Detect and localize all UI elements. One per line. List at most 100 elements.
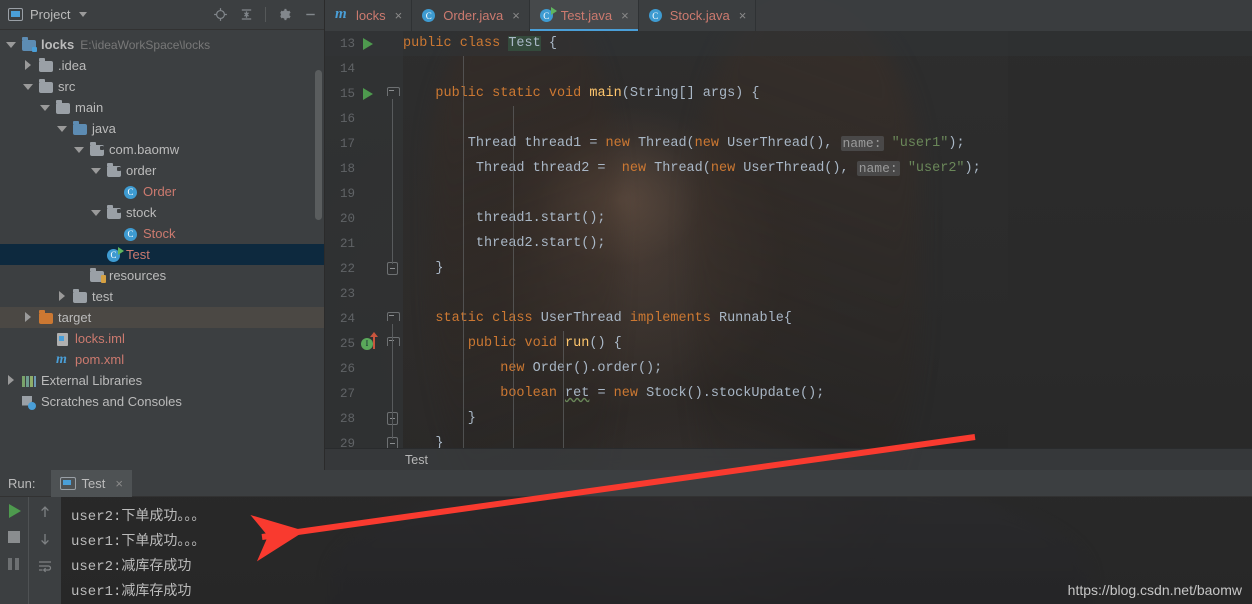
code-line-18[interactable]: Thread thread2 = new Thread(new UserThre… — [403, 156, 1252, 181]
tree-item-stock[interactable]: C Stock — [0, 223, 324, 244]
iml-file-icon — [55, 331, 71, 347]
code-line-16[interactable] — [403, 106, 1252, 131]
breadcrumb[interactable]: Test — [405, 453, 428, 467]
close-icon[interactable]: × — [395, 8, 403, 23]
run-gutter-icon[interactable] — [363, 87, 373, 100]
tree-twisty-open-icon[interactable] — [91, 165, 102, 176]
code-token: main — [589, 86, 622, 101]
tree-item-resources[interactable]: resources — [0, 265, 324, 286]
close-icon[interactable]: × — [621, 8, 629, 23]
implementation-marker-icon[interactable]: I — [361, 331, 383, 352]
minimize-icon[interactable] — [303, 7, 318, 22]
code-line-13[interactable]: public class Test { — [403, 31, 1252, 56]
indent-guide — [463, 56, 464, 448]
close-icon[interactable]: × — [739, 8, 747, 23]
code-token: ); — [964, 161, 981, 176]
code-line-19[interactable] — [403, 181, 1252, 206]
code-line-28[interactable]: } — [403, 406, 1252, 431]
gutter-line-13[interactable]: 13 — [325, 31, 403, 56]
locate-icon[interactable] — [213, 7, 228, 22]
code-line-23[interactable] — [403, 281, 1252, 306]
code-line-20[interactable]: thread1.start(); — [403, 206, 1252, 231]
tree-item-src[interactable]: src — [0, 76, 324, 97]
editor-tab-stock-java[interactable]: C Stock.java × — [638, 0, 757, 31]
close-icon[interactable]: × — [115, 476, 123, 491]
code-line-15[interactable]: public static void main (String[] args) { — [403, 81, 1252, 106]
run-toolbar-left — [0, 497, 28, 604]
tree-item-test[interactable]: test — [0, 286, 324, 307]
tree-twisty-open-icon[interactable] — [6, 39, 17, 50]
watermark-url: https://blog.csdn.net/baomw — [1067, 582, 1242, 598]
run-tab-test[interactable]: Test × — [51, 469, 132, 497]
line-number: 27 — [339, 386, 355, 401]
java-runnable-class-icon: C — [106, 246, 124, 263]
code-editor[interactable]: 13 14 15 16 17 18 19 20 21 22 23 24 25 I 26 27 28 29 publ… — [325, 31, 1252, 448]
scroll-up-icon[interactable] — [37, 504, 53, 520]
tree-item-order[interactable]: C Order — [0, 181, 324, 202]
project-tree-scrollbar[interactable] — [315, 70, 322, 220]
project-panel-title-group[interactable]: Project — [8, 7, 88, 22]
editor-tab-label: Order.java — [443, 8, 504, 23]
tree-item-pom-xml[interactable]: m pom.xml — [0, 349, 324, 370]
editor-code[interactable]: public class Test { public static void m… — [403, 31, 1252, 448]
close-icon[interactable]: × — [512, 8, 520, 23]
tree-item-scratches-and-consoles[interactable]: Scratches and Consoles — [0, 391, 324, 412]
tree-item-java[interactable]: java — [0, 118, 324, 139]
indent-guide — [563, 331, 564, 448]
project-tree[interactable]: locks E:\ideaWorkSpace\locks .idea src main j… — [0, 30, 324, 470]
tree-twisty-spacer — [40, 333, 51, 344]
rerun-icon[interactable] — [9, 504, 21, 518]
code-line-29[interactable]: } — [403, 431, 1252, 448]
code-line-24[interactable]: static class UserThread implements Runna… — [403, 306, 1252, 331]
editor-tab-locks[interactable]: m locks × — [325, 0, 413, 31]
code-line-21[interactable]: thread2.start(); — [403, 231, 1252, 256]
tree-twisty-closed-icon[interactable] — [23, 312, 34, 323]
tree-twisty-closed-icon[interactable] — [57, 291, 68, 302]
tree-twisty-open-icon[interactable] — [57, 123, 68, 134]
collapse-all-icon[interactable] — [239, 7, 254, 22]
editor-tab-test-java[interactable]: C Test.java × — [529, 0, 639, 31]
tree-item-idea[interactable]: .idea — [0, 55, 324, 76]
tree-item-external-libraries[interactable]: External Libraries — [0, 370, 324, 391]
tree-item-test[interactable]: C Test — [0, 244, 324, 265]
tree-twisty-open-icon[interactable] — [40, 102, 51, 113]
tree-item-target[interactable]: target — [0, 307, 324, 328]
editor-tab-order-java[interactable]: C Order.java × — [412, 0, 530, 31]
tree-item-locks-iml[interactable]: locks.iml — [0, 328, 324, 349]
chevron-down-icon[interactable] — [79, 12, 88, 17]
run-gutter-icon[interactable] — [363, 37, 373, 50]
gutter-line-14[interactable]: 14 — [325, 56, 403, 81]
tree-twisty-open-icon[interactable] — [91, 207, 102, 218]
tree-item-stock[interactable]: stock — [0, 202, 324, 223]
code-line-25[interactable]: public void run() { — [403, 331, 1252, 356]
tree-item-com-baomw[interactable]: com.baomw — [0, 139, 324, 160]
scroll-down-icon[interactable] — [37, 531, 53, 547]
code-line-27[interactable]: boolean ret = new Stock().stockUpdate(); — [403, 381, 1252, 406]
maven-pom-icon: m — [56, 351, 67, 367]
stop-icon[interactable] — [8, 531, 20, 543]
code-line-14[interactable] — [403, 56, 1252, 81]
folder-icon — [72, 288, 88, 305]
code-line-17[interactable]: Thread thread1 = new Thread(new UserThre… — [403, 131, 1252, 156]
soft-wrap-icon[interactable] — [37, 558, 53, 574]
tree-twisty-open-icon[interactable] — [74, 144, 85, 155]
editor-breadcrumb-bar: Test — [325, 448, 1252, 470]
tree-twisty-closed-icon[interactable] — [6, 375, 17, 386]
package-icon — [106, 162, 122, 179]
gutter-line-23[interactable]: 23 — [325, 281, 403, 306]
tree-item-label: Scratches and Consoles — [41, 394, 182, 409]
line-number: 17 — [339, 136, 355, 151]
code-token: } — [403, 436, 444, 448]
editor-gutter[interactable]: 13 14 15 16 17 18 19 20 21 22 23 24 25 I 26 27 28 29 — [325, 31, 403, 448]
pause-icon[interactable] — [6, 556, 22, 572]
tree-item-order[interactable]: order — [0, 160, 324, 181]
tree-twisty-open-icon[interactable] — [23, 81, 34, 92]
tree-item-locks[interactable]: locks E:\ideaWorkSpace\locks — [0, 34, 324, 55]
code-line-26[interactable]: new Order().order(); — [403, 356, 1252, 381]
settings-gear-icon[interactable] — [277, 7, 292, 22]
tree-item-main[interactable]: main — [0, 97, 324, 118]
tree-twisty-closed-icon[interactable] — [23, 60, 34, 71]
code-line-22[interactable]: } — [403, 256, 1252, 281]
